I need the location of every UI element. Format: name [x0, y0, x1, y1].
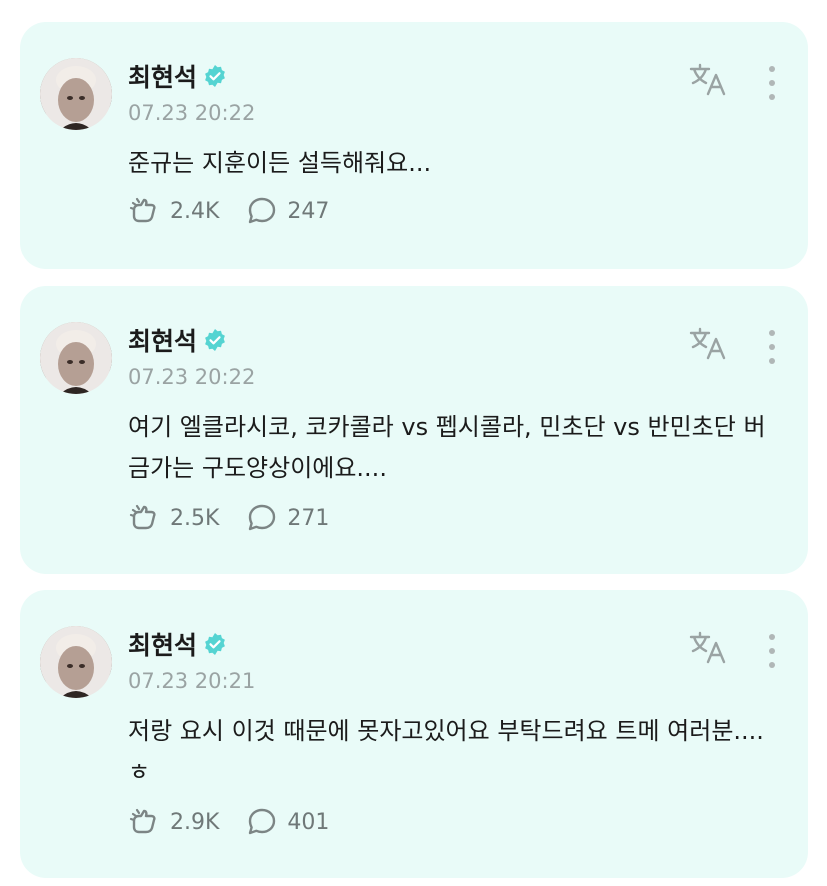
like-button[interactable]: 2.9K [128, 805, 219, 839]
like-icon [129, 808, 156, 834]
avatar[interactable] [40, 626, 112, 698]
author-name-row[interactable]: 최현석 [128, 58, 227, 94]
author-name[interactable]: 최현석 [128, 322, 197, 358]
verified-badge-icon [205, 329, 225, 351]
post-card[interactable]: 최현석 07.23 20:21 저랑 요시 이것 때문에 못자고있어요 부탁드려… [20, 590, 808, 878]
like-button[interactable]: 2.4K [128, 194, 219, 228]
comment-button[interactable]: 401 [245, 805, 329, 839]
comment-count: 401 [287, 809, 330, 835]
author-name-row[interactable]: 최현석 [128, 626, 227, 662]
comment-icon [249, 197, 276, 224]
like-count: 2.5K [170, 505, 220, 531]
comment-count: 271 [287, 505, 330, 531]
like-button[interactable]: 2.5K [128, 501, 219, 535]
post-text: 여기 엘클라시코, 코카콜라 vs 펩시콜라, 민초단 vs 반민초단 버금가는… [128, 413, 766, 482]
more-options-icon[interactable] [766, 634, 778, 668]
post-timestamp: 07.23 20:22 [128, 365, 256, 389]
comment-button[interactable]: 247 [245, 194, 329, 228]
author-name[interactable]: 최현석 [128, 58, 197, 94]
post-text: 저랑 요시 이것 때문에 못자고있어요 부탁드려요 트메 여러분....ㅎ [128, 717, 764, 786]
author-name[interactable]: 최현석 [128, 626, 197, 662]
post-card[interactable]: 최현석 07.23 20:22 여기 엘클라시코, 코카콜라 vs 펩시콜라, … [20, 286, 808, 574]
like-icon [129, 197, 156, 223]
author-name-row[interactable]: 최현석 [128, 322, 227, 358]
like-count: 2.4K [170, 198, 220, 224]
translate-icon[interactable] [688, 326, 728, 362]
post-card[interactable]: 최현석 07.23 20:22 준규는 지훈이든 설득해줘요... 2.4K 2… [20, 22, 808, 269]
more-options-icon[interactable] [766, 330, 778, 364]
verified-badge-icon [205, 633, 225, 655]
translate-icon[interactable] [688, 62, 728, 98]
like-count: 2.9K [170, 809, 220, 835]
post-text: 준규는 지훈이든 설득해줘요... [128, 149, 432, 177]
post-actions: 2.9K 401 [128, 805, 355, 839]
verified-badge-icon [205, 65, 225, 87]
post-timestamp: 07.23 20:22 [128, 101, 256, 125]
post-actions: 2.5K 271 [128, 501, 355, 535]
avatar[interactable] [40, 58, 112, 130]
comment-button[interactable]: 271 [245, 501, 329, 535]
more-options-icon[interactable] [766, 66, 778, 100]
like-icon [129, 504, 156, 530]
translate-icon[interactable] [688, 630, 728, 666]
post-feed: 최현석 07.23 20:22 준규는 지훈이든 설득해줘요... 2.4K 2… [0, 0, 827, 886]
post-timestamp: 07.23 20:21 [128, 669, 256, 693]
comment-icon [249, 808, 276, 835]
avatar[interactable] [40, 322, 112, 394]
comment-count: 247 [287, 198, 330, 224]
post-actions: 2.4K 247 [128, 194, 355, 228]
comment-icon [249, 504, 276, 531]
